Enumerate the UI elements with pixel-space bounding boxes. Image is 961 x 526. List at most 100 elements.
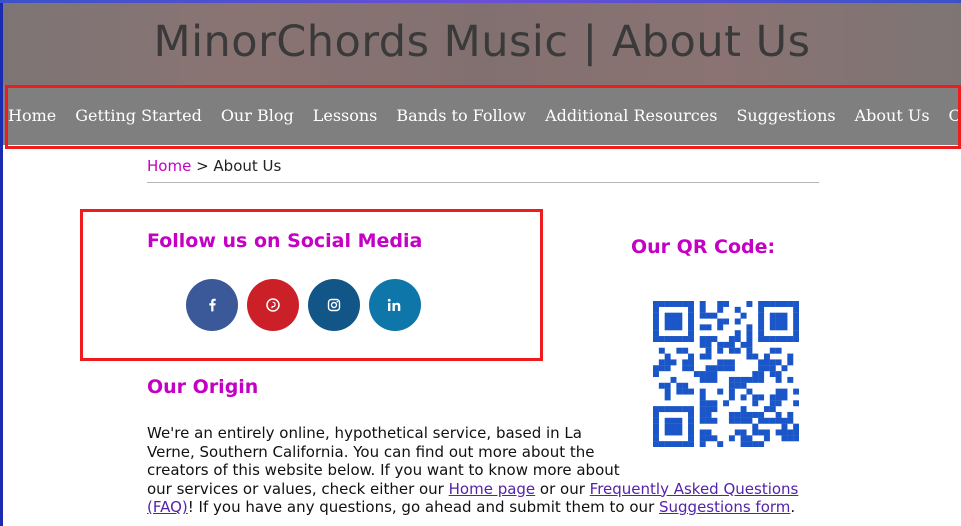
- qr-module: [699, 411, 706, 418]
- qr-module: [676, 382, 683, 389]
- qr-module: [734, 382, 741, 389]
- qr-module: [682, 382, 689, 389]
- qr-module: [705, 417, 712, 424]
- qr-module: [763, 336, 770, 342]
- qr-module: [699, 336, 706, 342]
- pinterest-icon: [266, 298, 280, 312]
- qr-module: [676, 347, 683, 354]
- qr-module: [658, 365, 665, 372]
- qr-module: [653, 324, 659, 331]
- qr-module: [723, 359, 730, 366]
- qr-module: [670, 376, 677, 383]
- qr-module: [734, 330, 741, 337]
- qr-module: [734, 417, 741, 424]
- faq-link[interactable]: Frequently Asked Questions: [590, 480, 799, 498]
- nav-item-additional-resources[interactable]: Additional Resources: [545, 106, 717, 125]
- qr-module: [746, 417, 753, 424]
- qr-module: [711, 376, 718, 383]
- faq-link-continued[interactable]: (FAQ): [147, 498, 188, 516]
- home-page-link[interactable]: Home page: [449, 480, 536, 498]
- qr-module: [793, 312, 799, 319]
- main-nav: Home Getting Started Our Blog Lessons Ba…: [3, 85, 961, 145]
- origin-text-fragment: or our: [535, 479, 590, 498]
- qr-module: [653, 306, 659, 313]
- social-title: Follow us on Social Media: [147, 230, 423, 252]
- qr-module: [658, 301, 665, 307]
- breadcrumb-current: About Us: [213, 157, 282, 175]
- qr-module: [769, 324, 776, 331]
- page-frame: MinorChords Music | About Us Home Gettin…: [3, 3, 961, 526]
- nav-item-about-us[interactable]: About Us: [855, 106, 930, 125]
- qr-module: [734, 336, 741, 342]
- qr-module: [734, 411, 741, 418]
- qr-module: [758, 318, 765, 325]
- qr-module: [653, 417, 659, 424]
- qr-module: [769, 312, 776, 319]
- nav-item-bands-to-follow[interactable]: Bands to Follow: [396, 106, 526, 125]
- qr-module: [787, 376, 794, 383]
- qr-module: [688, 330, 694, 337]
- qr-module: [775, 312, 782, 319]
- nav-item-our-blog[interactable]: Our Blog: [221, 106, 294, 125]
- qr-module: [676, 406, 683, 413]
- qr-module: [658, 347, 665, 354]
- qr-module: [699, 324, 706, 331]
- qr-module: [781, 318, 788, 325]
- instagram-button[interactable]: [308, 279, 360, 331]
- facebook-button[interactable]: [186, 279, 238, 331]
- qr-module: [746, 411, 753, 418]
- qr-module: [717, 388, 724, 395]
- qr-module: [746, 301, 753, 307]
- qr-module: [653, 336, 659, 342]
- qr-module: [740, 394, 747, 401]
- qr-module: [769, 417, 776, 424]
- qr-module: [653, 312, 659, 319]
- qr-module: [682, 406, 689, 413]
- qr-module: [705, 406, 712, 413]
- qr-module: [717, 306, 724, 313]
- qr-module: [740, 411, 747, 418]
- qr-title: Our QR Code:: [631, 236, 776, 258]
- qr-module: [758, 411, 765, 418]
- origin-text-fragment: ! If you have any questions, go ahead an…: [187, 498, 659, 516]
- qr-module: [699, 301, 706, 307]
- qr-module: [688, 406, 694, 413]
- qr-module: [688, 312, 694, 319]
- qr-module: [769, 301, 776, 307]
- origin-title: Our Origin: [147, 376, 259, 398]
- linkedin-button[interactable]: [369, 279, 421, 331]
- qr-module: [688, 306, 694, 313]
- qr-module: [793, 318, 799, 325]
- nav-item-suggestions[interactable]: Suggestions: [736, 106, 835, 125]
- qr-module: [688, 324, 694, 331]
- qr-module: [775, 324, 782, 331]
- nav-item-getting-started[interactable]: Getting Started: [75, 106, 202, 125]
- qr-module: [688, 365, 694, 372]
- qr-module: [746, 336, 753, 342]
- qr-module: [752, 411, 759, 418]
- suggestions-form-link[interactable]: Suggestions form: [659, 498, 790, 516]
- qr-module: [763, 417, 770, 424]
- qr-module: [711, 400, 718, 407]
- qr-module: [728, 394, 735, 401]
- breadcrumb-home-link[interactable]: Home: [147, 157, 191, 175]
- qr-module: [717, 347, 724, 354]
- qr-module: [688, 417, 694, 424]
- qr-module: [664, 353, 671, 360]
- qr-module: [775, 371, 782, 378]
- qr-module: [746, 388, 753, 395]
- qr-module: [775, 394, 782, 401]
- nav-item-lessons[interactable]: Lessons: [313, 106, 378, 125]
- qr-module: [664, 365, 671, 372]
- qr-module: [705, 347, 712, 354]
- linkedin-icon: [387, 298, 401, 311]
- nav-item-contact-us[interactable]: Contact Us: [949, 106, 961, 125]
- qr-module: [682, 347, 689, 354]
- nav-item-home[interactable]: Home: [8, 106, 56, 125]
- qr-module: [688, 301, 694, 307]
- qr-module: [688, 359, 694, 366]
- qr-module: [688, 353, 694, 360]
- qr-module: [752, 371, 759, 378]
- qr-module: [775, 388, 782, 395]
- pinterest-button[interactable]: [247, 279, 299, 331]
